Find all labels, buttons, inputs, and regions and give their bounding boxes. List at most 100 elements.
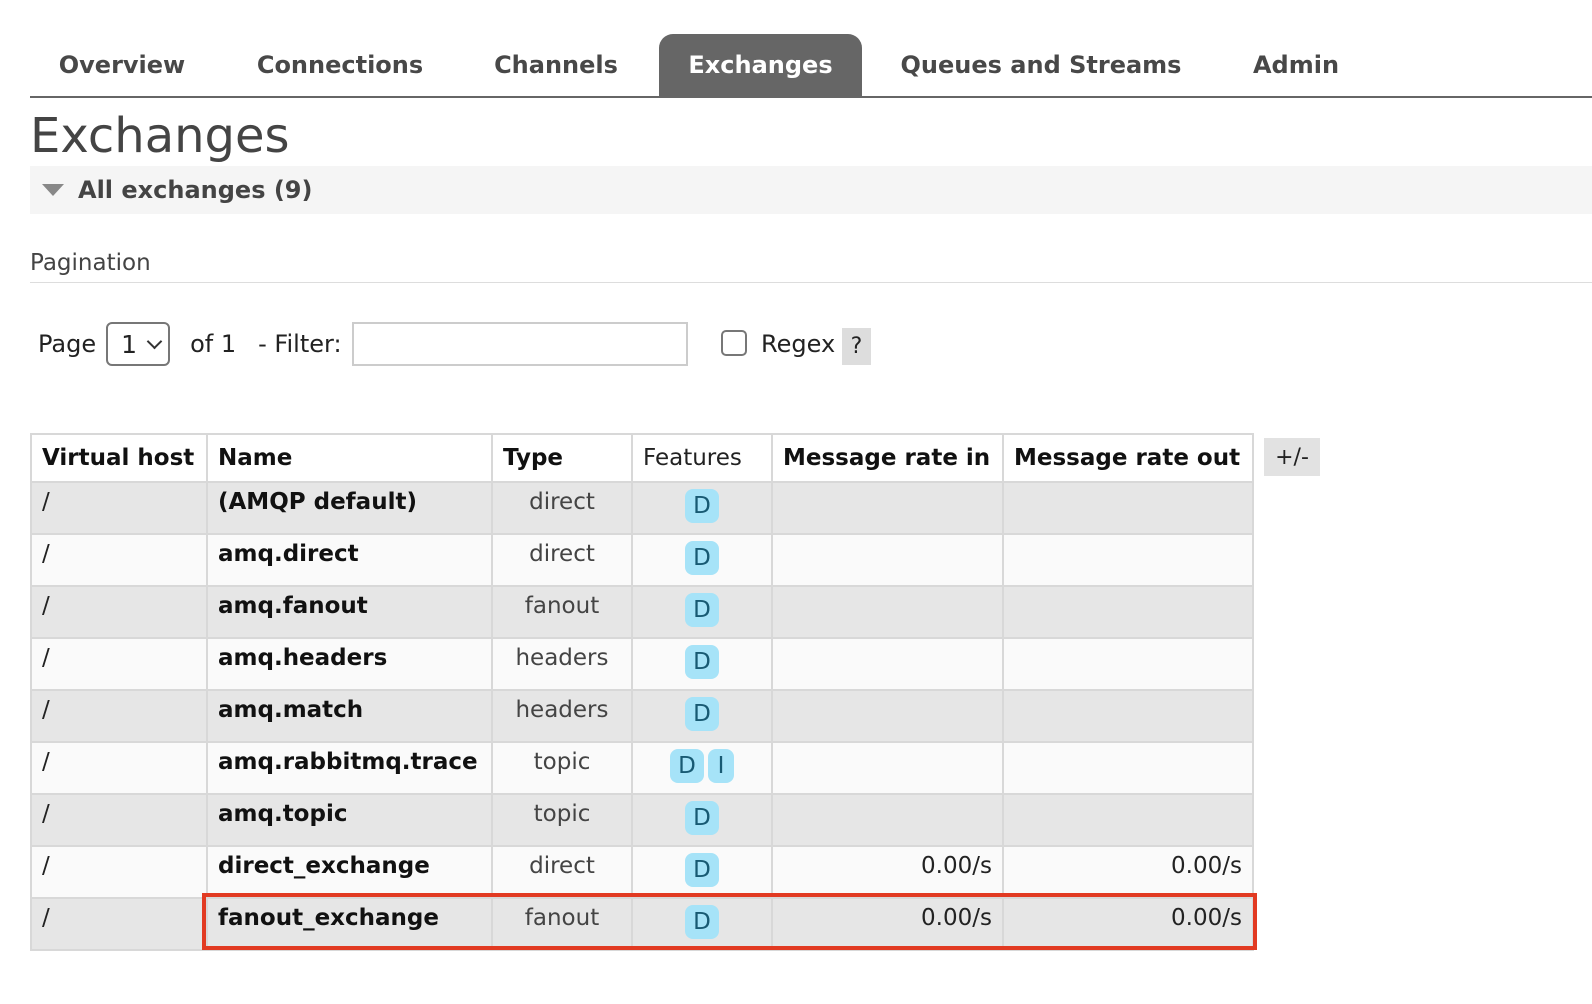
section-label: All exchanges (9) [78, 176, 313, 204]
vhost-cell: / [30, 585, 208, 639]
type-cell: headers [491, 637, 633, 691]
column-header-message-rate-out[interactable]: Message rate out [1002, 433, 1254, 483]
exchange-name-link[interactable]: amq.fanout [206, 585, 493, 639]
message-rate-out-cell [1002, 637, 1254, 691]
internal-badge: I [708, 749, 734, 783]
type-cell: fanout [491, 897, 633, 951]
message-rate-out-cell [1002, 741, 1254, 795]
exchanges-table: Virtual host Name Type Features Message … [30, 433, 1254, 951]
column-header-features: Features [631, 433, 773, 483]
message-rate-out-cell [1002, 585, 1254, 639]
table-body: / (AMQP default) direct D / amq.direct direct D… [30, 481, 1254, 951]
exchange-name-link[interactable]: amq.headers [206, 637, 493, 691]
column-header-type[interactable]: Type [491, 433, 633, 483]
exchange-name-link[interactable]: amq.topic [206, 793, 493, 847]
table-row[interactable]: / fanout_exchange fanout D 0.00/s 0.00/s [30, 897, 1254, 951]
features-cell: D [631, 533, 773, 587]
vhost-cell: / [30, 897, 208, 951]
column-header-message-rate-in[interactable]: Message rate in [771, 433, 1004, 483]
exchange-name-link[interactable]: amq.match [206, 689, 493, 743]
message-rate-out-cell: 0.00/s [1002, 897, 1254, 951]
message-rate-in-cell: 0.00/s [771, 845, 1004, 899]
vhost-cell: / [30, 637, 208, 691]
exchange-name-link[interactable]: fanout_exchange [206, 897, 493, 951]
message-rate-in-cell [771, 793, 1004, 847]
vhost-cell: / [30, 689, 208, 743]
message-rate-out-cell: 0.00/s [1002, 845, 1254, 899]
durable-badge: D [685, 697, 719, 731]
table-row[interactable]: / amq.rabbitmq.trace topic D I [30, 741, 1254, 795]
type-cell: direct [491, 533, 633, 587]
tab-connections[interactable]: Connections [242, 34, 438, 96]
type-cell: topic [491, 741, 633, 795]
tab-channels[interactable]: Channels [476, 34, 636, 96]
durable-badge: D [685, 905, 719, 939]
table-row[interactable]: / direct_exchange direct D 0.00/s 0.00/s [30, 845, 1254, 899]
vhost-cell: / [30, 741, 208, 795]
exchange-name-link[interactable]: amq.rabbitmq.trace [206, 741, 493, 795]
collapse-triangle-icon [42, 184, 64, 196]
durable-badge: D [685, 541, 719, 575]
durable-badge: D [685, 801, 719, 835]
message-rate-in-cell [771, 637, 1004, 691]
vhost-cell: / [30, 845, 208, 899]
message-rate-in-cell [771, 481, 1004, 535]
message-rate-out-cell [1002, 533, 1254, 587]
tab-exchanges[interactable]: Exchanges [659, 34, 862, 96]
regex-help-button[interactable]: ? [842, 328, 871, 365]
columns-toggle-button[interactable]: +/- [1264, 438, 1320, 476]
column-header-name[interactable]: Name [206, 433, 493, 483]
vhost-cell: / [30, 481, 208, 535]
table-row[interactable]: / amq.match headers D [30, 689, 1254, 743]
exchange-name-link[interactable]: amq.direct [206, 533, 493, 587]
features-cell: DI [631, 741, 773, 795]
pagination-controls: Page 1 of 1 - Filter: [38, 320, 688, 368]
features-cell: D [631, 585, 773, 639]
message-rate-out-cell [1002, 689, 1254, 743]
regex-checkbox[interactable] [721, 330, 747, 356]
durable-badge: D [685, 645, 719, 679]
message-rate-in-cell [771, 741, 1004, 795]
main-nav: Overview Connections Channels Exchanges … [30, 34, 1592, 98]
type-cell: topic [491, 793, 633, 847]
tab-admin[interactable]: Admin [1234, 34, 1358, 96]
exchange-name-link[interactable]: (AMQP default) [206, 481, 493, 535]
page-select[interactable]: 1 [106, 322, 171, 366]
durable-badge: D [685, 853, 719, 887]
features-cell: D [631, 897, 773, 951]
message-rate-out-cell [1002, 481, 1254, 535]
tab-overview[interactable]: Overview [30, 34, 214, 96]
message-rate-in-cell: 0.00/s [771, 897, 1004, 951]
table-row[interactable]: / amq.topic topic D [30, 793, 1254, 847]
filter-label: - Filter: [258, 330, 342, 358]
all-exchanges-toggle[interactable]: All exchanges (9) [30, 166, 1592, 214]
vhost-cell: / [30, 793, 208, 847]
vhost-cell: / [30, 533, 208, 587]
pagination-heading: Pagination [30, 250, 1592, 283]
message-rate-out-cell [1002, 793, 1254, 847]
table-header-row: Virtual host Name Type Features Message … [30, 433, 1254, 483]
features-cell: D [631, 481, 773, 535]
message-rate-in-cell [771, 533, 1004, 587]
page-label: Page [38, 330, 97, 358]
column-header-virtual-host[interactable]: Virtual host [30, 433, 208, 483]
regex-label: Regex [761, 330, 836, 358]
exchange-name-link[interactable]: direct_exchange [206, 845, 493, 899]
type-cell: direct [491, 845, 633, 899]
table-row[interactable]: / amq.direct direct D [30, 533, 1254, 587]
table-row[interactable]: / amq.fanout fanout D [30, 585, 1254, 639]
page-title: Exchanges [30, 108, 290, 164]
table-row[interactable]: / amq.headers headers D [30, 637, 1254, 691]
table-row[interactable]: / (AMQP default) direct D [30, 481, 1254, 535]
message-rate-in-cell [771, 585, 1004, 639]
page-select-value: 1 [121, 329, 138, 359]
type-cell: direct [491, 481, 633, 535]
type-cell: headers [491, 689, 633, 743]
filter-input[interactable] [351, 322, 688, 366]
durable-badge: D [685, 593, 719, 627]
durable-badge: D [685, 489, 719, 523]
chevron-down-icon [146, 333, 163, 349]
rabbitmq-management-page: Overview Connections Channels Exchanges … [0, 0, 1592, 1004]
tab-queues-and-streams[interactable]: Queues and Streams [892, 34, 1190, 96]
features-cell: D [631, 637, 773, 691]
